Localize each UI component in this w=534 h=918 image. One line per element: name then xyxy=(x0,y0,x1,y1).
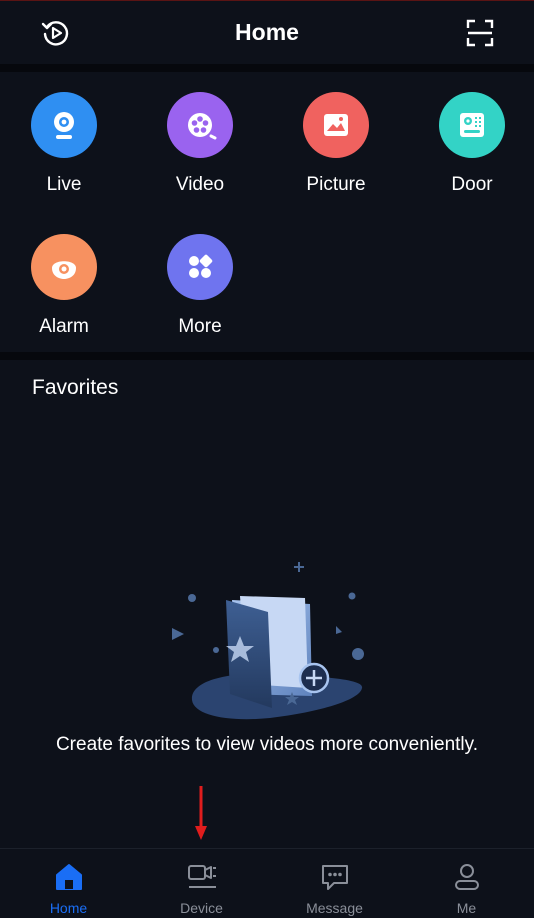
device-icon xyxy=(186,861,218,893)
home-icon xyxy=(53,861,85,893)
shortcut-label: Door xyxy=(451,174,493,195)
bottom-tab-bar: Home Device Message Me xyxy=(0,848,534,918)
film-reel-icon xyxy=(167,92,233,158)
empty-favorites-illustration xyxy=(160,560,380,730)
person-icon xyxy=(451,861,483,893)
grid-more-icon xyxy=(167,234,233,300)
page-title: Home xyxy=(235,19,299,45)
tab-label: Message xyxy=(306,900,363,916)
tab-device[interactable]: Device xyxy=(135,849,268,918)
annotation-arrow-icon xyxy=(194,786,208,842)
shortcut-grid: Live Video Picture Door Alarm More xyxy=(0,72,534,352)
shortcut-label: Picture xyxy=(306,174,366,195)
shortcut-door[interactable]: Door xyxy=(412,72,532,195)
section-divider xyxy=(0,352,534,360)
alarm-icon xyxy=(31,234,97,300)
scan-icon[interactable] xyxy=(462,15,498,51)
tab-label: Me xyxy=(456,900,477,916)
empty-favorites-message: Create favorites to view videos more con… xyxy=(55,734,479,755)
tab-message[interactable]: Message xyxy=(268,849,401,918)
tab-home[interactable]: Home xyxy=(2,849,135,918)
door-intercom-icon xyxy=(439,92,505,158)
header: Home xyxy=(0,0,534,64)
header-divider xyxy=(0,64,534,72)
tab-me[interactable]: Me xyxy=(400,849,533,918)
camera-icon xyxy=(31,92,97,158)
shortcut-alarm[interactable]: Alarm xyxy=(4,214,124,337)
tab-label: Device xyxy=(180,900,223,916)
shortcut-more[interactable]: More xyxy=(140,214,260,337)
favorites-title: Favorites xyxy=(32,376,119,399)
shortcut-video[interactable]: Video xyxy=(140,72,260,195)
shortcut-label: Video xyxy=(175,174,225,195)
shortcut-picture[interactable]: Picture xyxy=(276,72,396,195)
message-icon xyxy=(319,861,351,893)
app-root: Home Live Video Picture Door Alarm More … xyxy=(0,0,534,918)
shortcut-label: More xyxy=(178,316,222,337)
favorites-section: Favorites Create favorites to view video… xyxy=(0,360,534,848)
shortcut-label: Alarm xyxy=(39,316,89,337)
shortcut-label: Live xyxy=(46,174,82,195)
picture-icon xyxy=(303,92,369,158)
shortcut-live[interactable]: Live xyxy=(4,72,124,195)
tab-label: Home xyxy=(49,900,88,916)
